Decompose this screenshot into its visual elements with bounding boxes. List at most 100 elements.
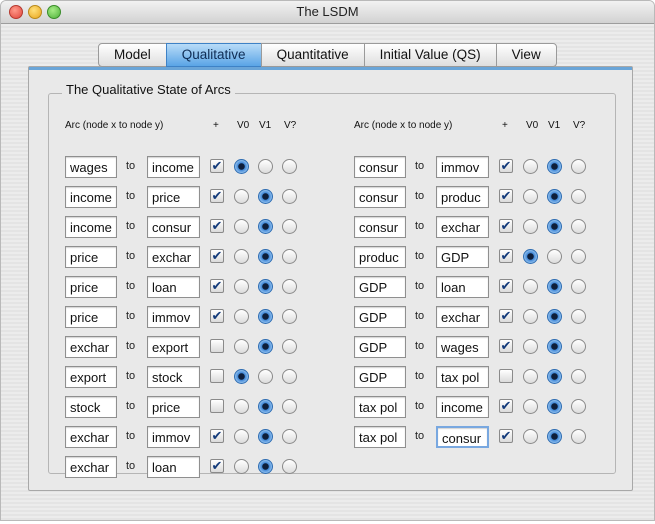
radio-vq[interactable] [282,429,297,444]
from-node-field[interactable]: consur [354,156,406,178]
radio-v1[interactable] [547,429,562,444]
radio-v0[interactable] [234,249,249,264]
plus-checkbox[interactable]: ✔ [210,459,224,473]
to-node-field[interactable]: wages [436,336,489,358]
radio-v0[interactable] [234,159,249,174]
radio-v0[interactable] [523,309,538,324]
radio-v1[interactable] [547,219,562,234]
to-node-field[interactable]: immov [147,306,200,328]
to-node-field[interactable]: exchar [436,306,489,328]
radio-v0[interactable] [234,339,249,354]
to-node-field[interactable]: stock [147,366,200,388]
radio-v0[interactable] [234,219,249,234]
radio-v0[interactable] [523,249,538,264]
from-node-field[interactable]: income [65,216,117,238]
from-node-field[interactable]: stock [65,396,117,418]
to-node-field[interactable]: exchar [147,246,200,268]
radio-v0[interactable] [234,429,249,444]
radio-vq[interactable] [282,309,297,324]
radio-v1[interactable] [258,309,273,324]
radio-v0[interactable] [523,159,538,174]
radio-vq[interactable] [571,159,586,174]
to-node-field[interactable]: GDP [436,246,489,268]
radio-vq[interactable] [282,219,297,234]
from-node-field[interactable]: GDP [354,306,406,328]
radio-v0[interactable] [234,459,249,474]
from-node-field[interactable]: GDP [354,366,406,388]
tab-model[interactable]: Model [98,43,167,67]
from-node-field[interactable]: exchar [65,456,117,478]
radio-v1[interactable] [258,339,273,354]
radio-v1[interactable] [547,369,562,384]
from-node-field[interactable]: exchar [65,336,117,358]
radio-v1[interactable] [547,249,562,264]
plus-checkbox[interactable]: ✔ [210,219,224,233]
radio-v0[interactable] [523,369,538,384]
to-node-field[interactable]: price [147,396,200,418]
radio-v1[interactable] [547,159,562,174]
plus-checkbox[interactable]: ✔ [499,339,513,353]
radio-v1[interactable] [258,429,273,444]
radio-v1[interactable] [547,339,562,354]
to-node-field[interactable]: income [436,396,489,418]
plus-checkbox[interactable]: ✔ [210,159,224,173]
plus-checkbox[interactable]: ✔ [499,159,513,173]
radio-vq[interactable] [282,279,297,294]
to-node-field[interactable]: income [147,156,200,178]
radio-v0[interactable] [523,399,538,414]
to-node-field[interactable]: exchar [436,216,489,238]
radio-v1[interactable] [258,159,273,174]
plus-checkbox[interactable]: ✔ [499,249,513,263]
from-node-field[interactable]: tax pol [354,426,406,448]
from-node-field[interactable]: wages [65,156,117,178]
plus-checkbox[interactable] [499,369,513,383]
radio-v0[interactable] [523,219,538,234]
radio-vq[interactable] [571,279,586,294]
radio-vq[interactable] [571,399,586,414]
to-node-field[interactable]: loan [147,276,200,298]
radio-v1[interactable] [258,279,273,294]
to-node-field[interactable]: loan [147,456,200,478]
to-node-field[interactable]: export [147,336,200,358]
from-node-field[interactable]: price [65,246,117,268]
plus-checkbox[interactable]: ✔ [210,249,224,263]
radio-vq[interactable] [282,339,297,354]
plus-checkbox[interactable]: ✔ [499,279,513,293]
tab-qualitative[interactable]: Qualitative [165,43,262,67]
radio-vq[interactable] [571,429,586,444]
radio-vq[interactable] [571,369,586,384]
tab-view[interactable]: View [495,43,557,67]
radio-vq[interactable] [282,399,297,414]
radio-v0[interactable] [234,309,249,324]
radio-vq[interactable] [282,189,297,204]
radio-v1[interactable] [258,189,273,204]
radio-v0[interactable] [523,429,538,444]
tab-initial-value-qs[interactable]: Initial Value (QS) [363,43,497,67]
radio-v1[interactable] [258,249,273,264]
from-node-field[interactable]: GDP [354,336,406,358]
from-node-field[interactable]: price [65,276,117,298]
to-node-field[interactable]: immov [436,156,489,178]
radio-v1[interactable] [547,189,562,204]
radio-v1[interactable] [258,369,273,384]
from-node-field[interactable]: GDP [354,276,406,298]
from-node-field[interactable]: exchar [65,426,117,448]
from-node-field[interactable]: price [65,306,117,328]
plus-checkbox[interactable]: ✔ [499,189,513,203]
from-node-field[interactable]: consur [354,186,406,208]
plus-checkbox[interactable]: ✔ [210,279,224,293]
radio-v0[interactable] [234,279,249,294]
plus-checkbox[interactable]: ✔ [499,399,513,413]
to-node-field[interactable]: price [147,186,200,208]
radio-v0[interactable] [234,369,249,384]
radio-v0[interactable] [523,339,538,354]
radio-v0[interactable] [234,189,249,204]
radio-v1[interactable] [258,459,273,474]
from-node-field[interactable]: consur [354,216,406,238]
plus-checkbox[interactable]: ✔ [499,309,513,323]
radio-v0[interactable] [523,189,538,204]
radio-v1[interactable] [547,279,562,294]
radio-vq[interactable] [571,219,586,234]
radio-v1[interactable] [547,309,562,324]
radio-v0[interactable] [523,279,538,294]
